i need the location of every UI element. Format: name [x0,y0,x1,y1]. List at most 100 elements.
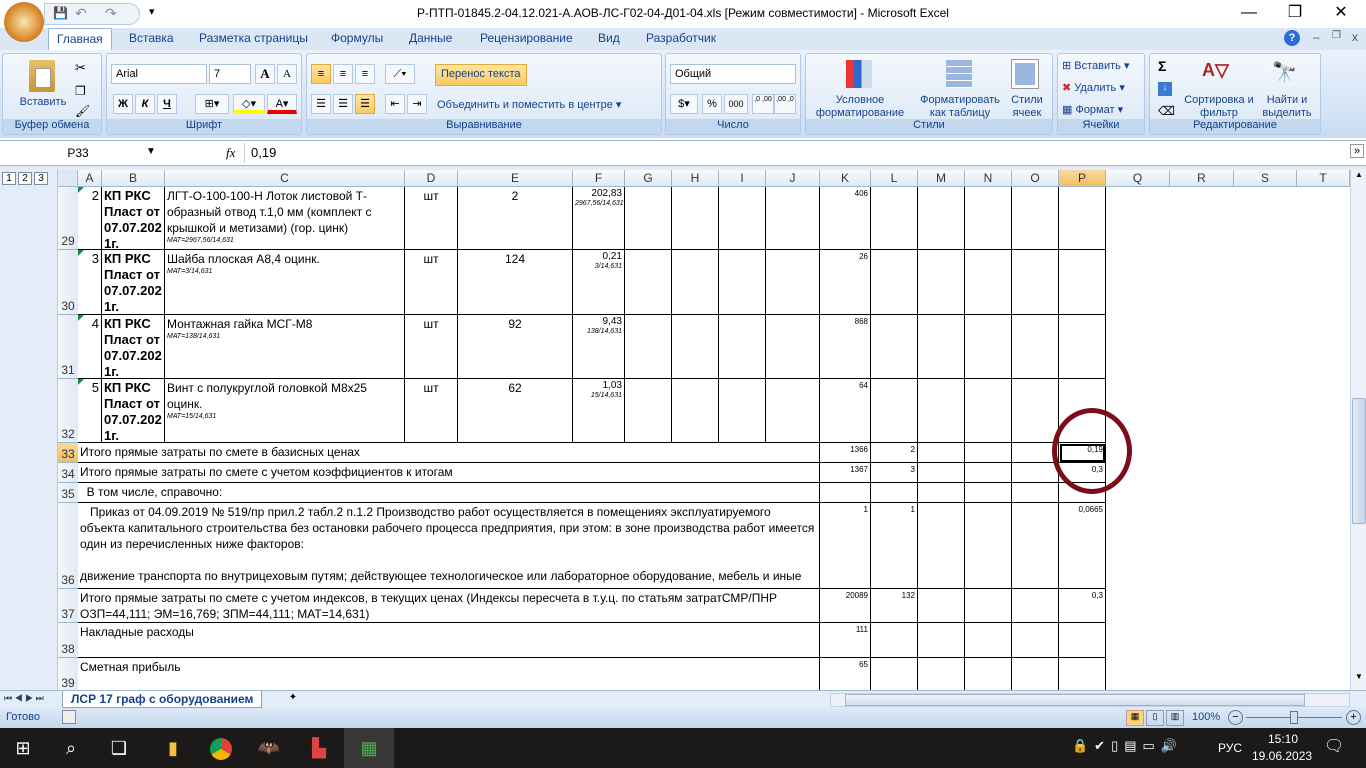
cell-h29[interactable] [672,187,719,250]
cell-k36[interactable]: 1 [820,503,871,589]
cell-j30[interactable] [766,250,820,315]
cell-n30[interactable] [965,250,1012,315]
zoom-out-icon[interactable]: − [1228,710,1243,725]
bold-button[interactable]: Ж [113,94,133,114]
decrease-decimal-button[interactable]: ,00 ,0 [774,94,796,114]
paste-icon[interactable] [29,60,55,92]
cell-l35[interactable] [871,483,918,503]
zoom-in-icon[interactable]: + [1346,710,1361,725]
outline-level-button[interactable]: 2 [18,172,32,185]
cell-n36[interactable] [965,503,1012,589]
cell-m29[interactable] [918,187,965,250]
start-icon[interactable]: ⊞ [0,728,46,768]
orientation-icon[interactable]: ⟋▾ [385,64,415,84]
clock-date[interactable]: 19.06.2023 [1252,749,1312,763]
workbook-minimize-icon[interactable]: – [1313,30,1320,44]
cell-o35[interactable] [1012,483,1059,503]
column-header-k[interactable]: K [820,170,871,187]
row-header-37[interactable]: 37 [58,589,78,623]
cell-h30[interactable] [672,250,719,315]
conditional-formatting-icon[interactable] [846,60,872,88]
column-header-j[interactable]: J [766,170,820,187]
row-header-29[interactable]: 29 [58,187,78,250]
cell-o29[interactable] [1012,187,1059,250]
tab-view[interactable]: Вид [590,31,628,45]
cell-k32[interactable]: 64 [820,379,871,443]
cell-g32[interactable] [625,379,672,443]
horizontal-scroll-thumb[interactable] [845,694,1305,706]
cell-m39[interactable] [918,658,965,690]
merged-text-cell[interactable]: Приказ от 04.09.2019 № 519/пр прил.2 таб… [78,503,820,589]
conditional-formatting-button[interactable]: Условное форматирование [810,94,910,120]
wrap-text-button[interactable]: Перенос текста [435,64,527,86]
cell-c31[interactable]: Монтажная гайка МСГ-М8 МАТ=138/14,631 [165,315,405,379]
find-select-button[interactable]: Найти и выделить [1256,94,1318,120]
borders-icon[interactable]: ⊞▾ [195,94,229,114]
cell-m35[interactable] [918,483,965,503]
cell-g30[interactable] [625,250,672,315]
cell-g31[interactable] [625,315,672,379]
cell-d32[interactable]: шт [405,379,458,443]
cell-d31[interactable]: шт [405,315,458,379]
column-header-n[interactable]: N [965,170,1012,187]
row-header-30[interactable]: 30 [58,250,78,315]
sheet-tab-active[interactable]: ЛСР 17 граф с оборудованием [62,691,263,708]
merged-text-cell[interactable]: Накладные расходы [78,623,820,658]
cell-i32[interactable] [719,379,766,443]
cell-o39[interactable] [1012,658,1059,690]
cell-f29[interactable]: 202,83 2967,56/14,631 [573,187,625,250]
column-header-h[interactable]: H [672,170,719,187]
sort-filter-button[interactable]: Сортировка и фильтр [1184,94,1254,120]
office-button[interactable] [4,2,44,42]
batman-app-icon[interactable]: 🦇 [246,728,292,768]
cell-n31[interactable] [965,315,1012,379]
cell-o36[interactable] [1012,503,1059,589]
column-header-f[interactable]: F [573,170,625,187]
cell-m38[interactable] [918,623,965,658]
page-layout-view-icon[interactable]: ▯ [1146,710,1164,726]
fill-icon[interactable]: ↓ [1158,82,1172,96]
cell-n39[interactable] [965,658,1012,690]
page-break-view-icon[interactable]: ▥ [1166,710,1184,726]
horizontal-scrollbar[interactable] [830,693,1350,707]
cell-k34[interactable]: 1367 [820,463,871,483]
cell-i31[interactable] [719,315,766,379]
cell-e29[interactable]: 2 [458,187,573,250]
expand-formula-bar-icon[interactable]: » [1350,144,1364,158]
copy-icon[interactable]: ❐ [75,84,86,98]
column-header-a[interactable]: A [78,170,102,187]
cell-p29[interactable] [1059,187,1106,250]
scroll-up-icon[interactable]: ▲ [1352,170,1366,186]
cell-l31[interactable] [871,315,918,379]
cell-e31[interactable]: 92 [458,315,573,379]
cell-c30[interactable]: Шайба плоская А8,4 оцинк. МАТ=3/14,631 [165,250,405,315]
cell-o38[interactable] [1012,623,1059,658]
shrink-font-button[interactable]: A [277,64,297,84]
tray-icons[interactable]: 🔒✔▯▤▭🔊 [1072,738,1183,754]
cell-j32[interactable] [766,379,820,443]
cell-n32[interactable] [965,379,1012,443]
cell-g29[interactable] [625,187,672,250]
row-header-36[interactable]: 36 [58,503,78,589]
insert-sheet-button[interactable]: ✦ [284,692,302,707]
cell-c29[interactable]: ЛГТ-О-100-100-Н Лоток листовой Т-образны… [165,187,405,250]
underline-button[interactable]: Ч [157,94,177,114]
cell-p30[interactable] [1059,250,1106,315]
percent-button[interactable]: % [702,94,722,114]
cell-j31[interactable] [766,315,820,379]
sort-filter-icon[interactable]: A▽ [1202,60,1229,81]
align-right-icon[interactable]: ☰ [355,94,375,114]
notifications-icon[interactable]: 🗨 [1324,736,1344,756]
cell-l29[interactable] [871,187,918,250]
cell-n35[interactable] [965,483,1012,503]
outline-level-button[interactable]: 1 [2,172,16,185]
cell-k39[interactable]: 65 [820,658,871,690]
row-header-33[interactable]: 33 [58,443,78,463]
cell-o31[interactable] [1012,315,1059,379]
merged-text-cell[interactable]: Итого прямые затраты по смете с учетом и… [78,589,820,623]
grow-font-button[interactable]: A [255,64,275,84]
cell-e30[interactable]: 124 [458,250,573,315]
align-bottom-icon[interactable]: ≡ [355,64,375,84]
delete-cells-button[interactable]: ✖ Удалить ▾ [1062,82,1125,95]
column-header-d[interactable]: D [405,170,458,187]
